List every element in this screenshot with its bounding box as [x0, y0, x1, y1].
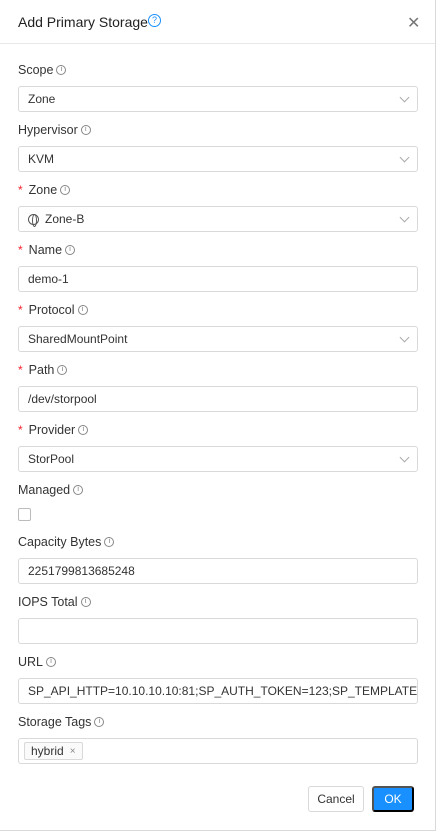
- info-icon: i: [56, 65, 67, 75]
- managed-label: Managed: [18, 483, 71, 497]
- info-icon: i: [80, 125, 91, 135]
- info-icon: i: [94, 717, 105, 727]
- path-value: /dev/storpool: [28, 392, 97, 406]
- protocol-field: * Protocol i SharedMountPoint: [18, 300, 418, 360]
- name-input[interactable]: demo-1: [18, 266, 418, 292]
- capacity-bytes-input[interactable]: 2251799813685248: [18, 558, 418, 584]
- zone-select[interactable]: Zone-B: [18, 206, 418, 232]
- storage-tags-label: Storage Tags: [18, 715, 92, 729]
- protocol-label: Protocol: [28, 303, 75, 317]
- name-value: demo-1: [28, 272, 69, 286]
- dialog-header: Add Primary Storage ? ✕: [0, 0, 435, 44]
- name-field: * Name i demo-1: [18, 240, 418, 300]
- add-primary-storage-dialog: Add Primary Storage ? ✕ Scope i Zone Hype…: [0, 0, 436, 831]
- scope-label: Scope: [18, 63, 54, 77]
- hypervisor-select[interactable]: KVM: [18, 146, 418, 172]
- required-mark: *: [18, 423, 23, 437]
- storage-tag: hybrid ×: [24, 742, 83, 760]
- globe-icon: [28, 213, 39, 227]
- info-icon: i: [46, 657, 57, 667]
- storage-tags-field: Storage Tags i hybrid ×: [18, 712, 418, 772]
- protocol-select[interactable]: SharedMountPoint: [18, 326, 418, 352]
- chevron-down-icon: [399, 452, 410, 463]
- managed-field: Managed i: [18, 480, 418, 532]
- hypervisor-label: Hypervisor: [18, 123, 78, 137]
- info-icon: i: [80, 597, 91, 607]
- iops-total-field: IOPS Total i: [18, 592, 418, 652]
- scope-select[interactable]: Zone: [18, 86, 418, 112]
- ok-button[interactable]: OK: [372, 786, 414, 812]
- provider-value: StorPool: [28, 452, 75, 466]
- provider-label: Provider: [28, 423, 76, 437]
- url-value: SP_API_HTTP=10.10.10.10:81;SP_AUTH_TOKEN…: [28, 684, 418, 698]
- storage-tag-label: hybrid: [31, 744, 64, 758]
- chevron-down-icon: [399, 332, 410, 343]
- required-mark: *: [18, 183, 23, 197]
- chevron-down-icon: [399, 212, 410, 223]
- url-label: URL: [18, 655, 44, 669]
- hypervisor-value: KVM: [28, 152, 55, 166]
- hypervisor-field: Hypervisor i KVM: [18, 120, 418, 180]
- required-mark: *: [18, 243, 23, 257]
- required-mark: *: [18, 363, 23, 377]
- iops-total-input[interactable]: [18, 618, 418, 644]
- url-field: URL i SP_API_HTTP=10.10.10.10:81;SP_AUTH_…: [18, 652, 418, 712]
- question-circle-icon[interactable]: ?: [148, 14, 161, 27]
- storage-tags-select[interactable]: hybrid ×: [18, 738, 418, 764]
- chevron-down-icon: [399, 152, 410, 163]
- zone-value: Zone-B: [45, 212, 85, 226]
- protocol-value: SharedMountPoint: [28, 332, 128, 346]
- info-icon: i: [73, 485, 84, 495]
- info-icon: i: [65, 245, 76, 255]
- info-icon: i: [57, 365, 68, 375]
- provider-field: * Provider i StorPool: [18, 420, 418, 480]
- path-field: * Path i /dev/storpool: [18, 360, 418, 420]
- dialog-title: Add Primary Storage: [18, 14, 148, 30]
- name-label: Name: [28, 243, 63, 257]
- provider-select[interactable]: StorPool: [18, 446, 418, 472]
- managed-checkbox[interactable]: [18, 508, 31, 521]
- required-mark: *: [18, 303, 23, 317]
- info-icon: i: [60, 185, 71, 195]
- chevron-down-icon: [399, 92, 410, 103]
- close-icon[interactable]: ✕: [407, 13, 420, 33]
- iops-total-label: IOPS Total: [18, 595, 78, 609]
- capacity-bytes-field: Capacity Bytes i 2251799813685248: [18, 532, 418, 592]
- remove-tag-icon[interactable]: ×: [70, 746, 76, 757]
- cancel-button[interactable]: Cancel: [308, 786, 364, 812]
- info-icon: i: [77, 305, 88, 315]
- zone-field: * Zone i Zone-B: [18, 180, 418, 240]
- info-icon: i: [104, 537, 115, 547]
- capacity-bytes-label: Capacity Bytes: [18, 535, 102, 549]
- path-label: Path: [28, 363, 55, 377]
- scope-value: Zone: [28, 92, 56, 106]
- zone-label: Zone: [28, 183, 58, 197]
- scope-field: Scope i Zone: [18, 60, 418, 120]
- capacity-bytes-value: 2251799813685248: [28, 564, 135, 578]
- path-input[interactable]: /dev/storpool: [18, 386, 418, 412]
- url-input[interactable]: SP_API_HTTP=10.10.10.10:81;SP_AUTH_TOKEN…: [18, 678, 418, 704]
- storage-form: Scope i Zone Hypervisor i KVM * Zone i Zone-…: [18, 60, 418, 772]
- info-icon: i: [78, 425, 89, 435]
